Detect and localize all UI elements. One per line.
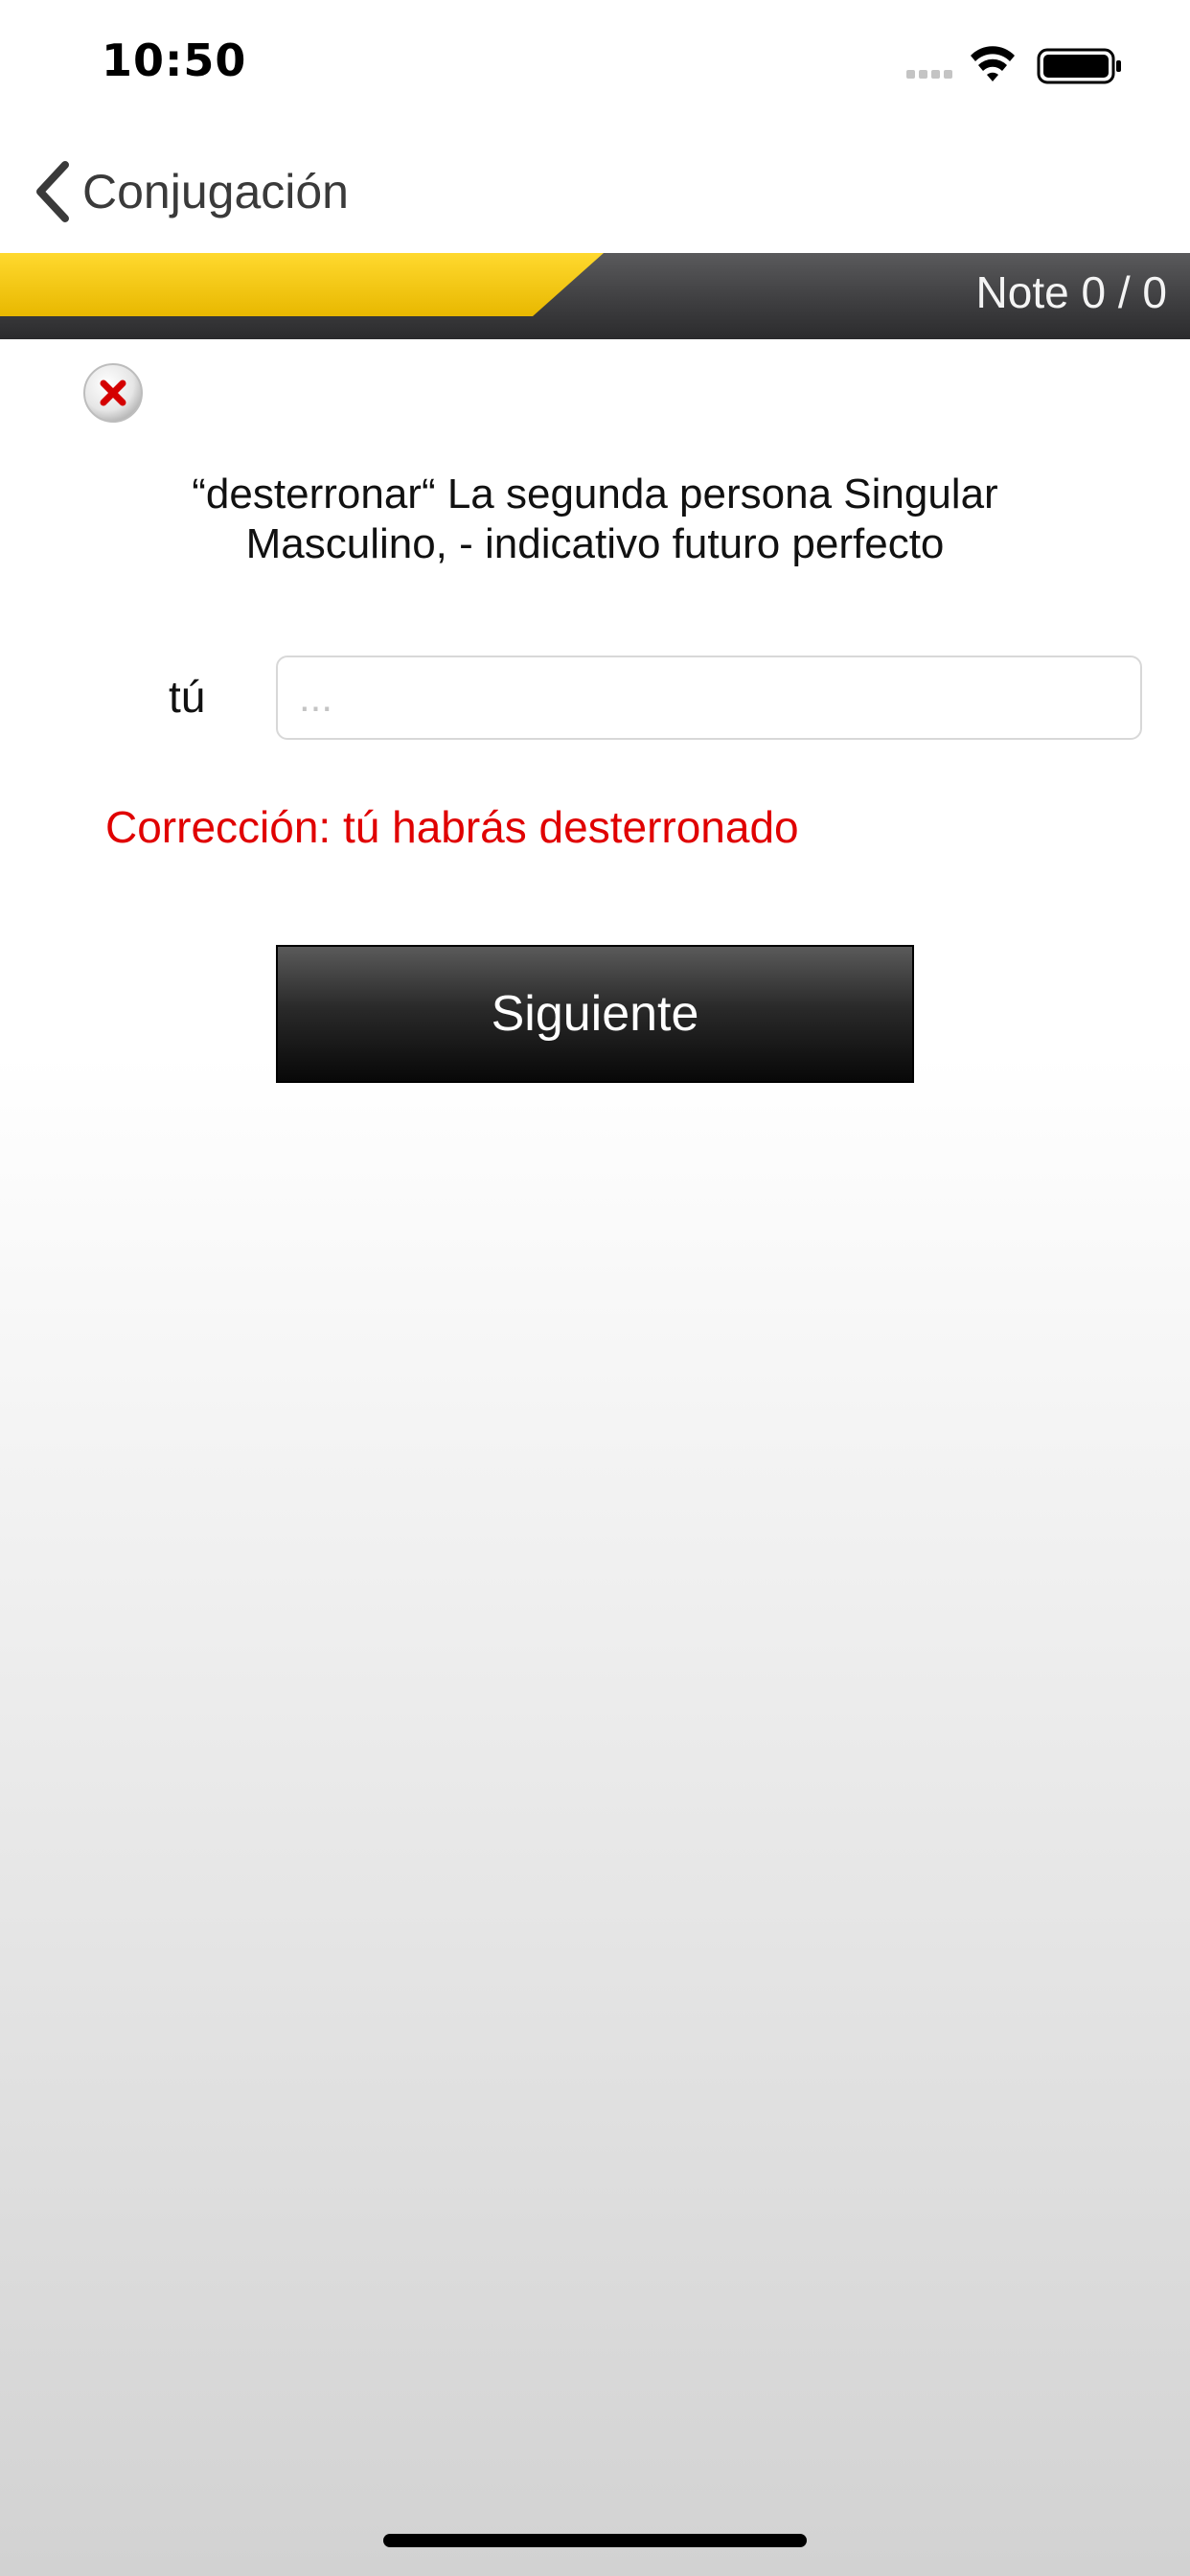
incorrect-x-icon xyxy=(83,363,143,423)
status-icons xyxy=(906,42,1127,88)
chevron-left-icon xyxy=(36,161,69,222)
back-button[interactable]: Conjugación xyxy=(29,153,349,230)
status-time: 10:50 xyxy=(102,34,247,86)
pronoun-label: tú xyxy=(169,672,206,722)
back-label: Conjugación xyxy=(82,165,349,218)
home-indicator[interactable] xyxy=(383,2534,807,2547)
score-banner: Note 0 / 0 xyxy=(0,253,1190,339)
nav-bar: Conjugación xyxy=(0,126,1190,253)
status-bar: 10:50 xyxy=(0,0,1190,126)
answer-input[interactable] xyxy=(276,656,1142,740)
question-text: “desterronar“ La segunda persona Singula… xyxy=(192,471,998,567)
cellular-signal-icon xyxy=(906,70,952,79)
wifi-icon xyxy=(971,46,1015,81)
battery-icon xyxy=(1037,48,1121,84)
correction-text: Corrección: tú habrás desterronado xyxy=(105,802,799,852)
next-button[interactable]: Siguiente xyxy=(276,945,914,1083)
score-text: Note 0 / 0 xyxy=(975,267,1167,317)
